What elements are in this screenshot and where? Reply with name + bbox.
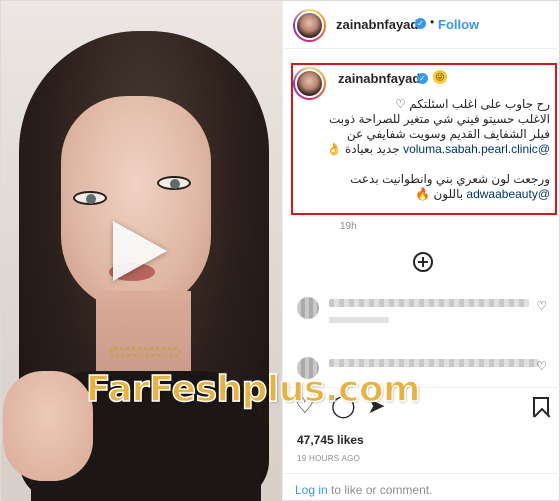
post-video[interactable] xyxy=(1,1,282,501)
video-figure-necklace xyxy=(109,347,181,357)
video-figure-eye-right xyxy=(157,176,191,190)
login-prompt: Log in to like or comment. xyxy=(283,473,560,501)
caption-verified-badge-icon: ✓ xyxy=(417,73,428,84)
caption-emoji: 😜 xyxy=(433,70,447,84)
follow-button[interactable]: Follow xyxy=(438,17,479,32)
comment-avatar[interactable] xyxy=(297,297,319,319)
caption-line: رح جاوب على اغلب اسئلتكم ♡ xyxy=(395,97,550,111)
post-actions-bar: ♡ ◯ ➤ xyxy=(283,387,560,421)
login-link[interactable]: Log in xyxy=(295,483,328,497)
caption-line-mention[interactable]: @adwaabeauty باللون 🔥 xyxy=(325,187,550,202)
like-heart-icon[interactable]: ♡ xyxy=(295,395,315,417)
comment-meta-blurred xyxy=(329,317,389,323)
comment-row: ♡ xyxy=(293,293,553,333)
post-sidebar: zainabnfayad ✓ • Follow zainabnfayad ✓ 😜… xyxy=(282,1,560,501)
post-header: zainabnfayad ✓ • Follow xyxy=(283,1,560,49)
caption-author-avatar[interactable] xyxy=(293,67,326,100)
save-bookmark-icon[interactable] xyxy=(533,397,549,417)
comment-like-icon[interactable]: ♡ xyxy=(536,299,547,313)
post-time-ago[interactable]: 19 HOURS AGO xyxy=(297,454,360,463)
load-more-comments-icon[interactable] xyxy=(413,252,433,272)
comment-text-blurred xyxy=(329,359,539,367)
caption-username[interactable]: zainabnfayad xyxy=(338,71,420,86)
video-figure-neck xyxy=(96,291,191,381)
verified-badge-icon: ✓ xyxy=(415,18,426,29)
caption-text: رح جاوب على اغلب اسئلتكم ♡ الاغلب حسيتو … xyxy=(325,97,550,202)
likes-count[interactable]: 47,745 likes xyxy=(297,433,364,447)
caption-line: ورجعت لون شعري بني وانطوانيت بدعت xyxy=(350,172,550,186)
comment-text-blurred xyxy=(329,299,529,307)
login-prompt-text: to like or comment. xyxy=(327,483,433,497)
header-separator: • xyxy=(430,15,435,29)
caption-line-mention[interactable]: @voluma.sabah.pearl.clinic جديد بعيادة 👌 xyxy=(325,142,550,157)
comment-like-icon[interactable]: ♡ xyxy=(536,359,547,373)
instagram-post-frame: zainabnfayad ✓ • Follow zainabnfayad ✓ 😜… xyxy=(0,0,560,501)
author-username[interactable]: zainabnfayad xyxy=(336,17,418,32)
caption-highlight-box: zainabnfayad ✓ 😜 رح جاوب على اغلب اسئلتك… xyxy=(291,63,557,215)
caption-gap xyxy=(325,157,550,172)
play-icon[interactable] xyxy=(113,221,167,281)
caption-line: فيلر الشفايف القديم وسويت شفايفي عن xyxy=(346,127,550,141)
author-avatar[interactable] xyxy=(293,9,326,42)
caption-timestamp[interactable]: 19h xyxy=(340,221,357,232)
caption-line: الاغلب حسيتو فيني شي متغير للصراحة ذوبت xyxy=(329,112,550,126)
video-figure-eye-left xyxy=(73,191,107,205)
video-figure-hand xyxy=(3,371,93,481)
share-send-icon[interactable]: ➤ xyxy=(367,395,385,417)
comment-bubble-icon[interactable]: ◯ xyxy=(331,395,356,417)
comment-avatar[interactable] xyxy=(297,357,319,379)
